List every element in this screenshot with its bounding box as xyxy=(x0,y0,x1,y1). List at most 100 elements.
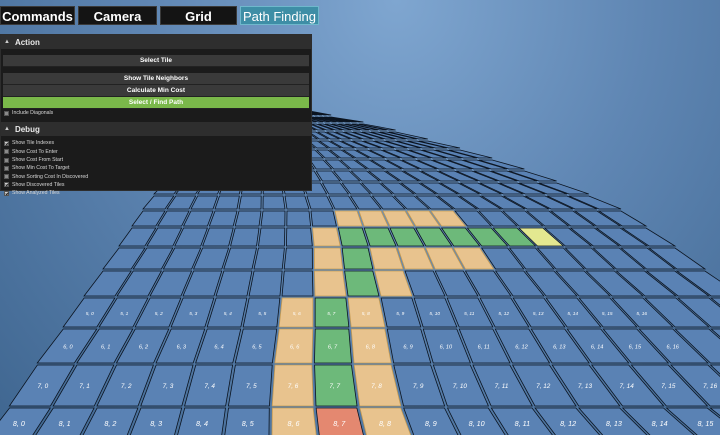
tile-index-label: 6, 3 xyxy=(177,345,187,351)
grid-tile[interactable] xyxy=(313,247,344,270)
tile-index-label: 7, 14 xyxy=(620,383,635,390)
grid-tile[interactable] xyxy=(260,210,286,227)
grid-tile[interactable] xyxy=(312,227,341,247)
tile-index-label: 8, 9 xyxy=(425,419,437,428)
grid-tile[interactable] xyxy=(284,195,310,210)
grid-tile[interactable] xyxy=(314,270,347,297)
tile-index-label: 5, 11 xyxy=(464,311,475,317)
grid-tile[interactable] xyxy=(341,247,374,270)
tile-index-label: 7, 5 xyxy=(246,383,257,390)
calculate-min-cost-button[interactable]: Calculate Min Cost xyxy=(3,85,309,97)
tile-index-label: 5, 9 xyxy=(396,311,404,317)
tab-commands[interactable]: Commands xyxy=(0,6,75,25)
show-tile-neighbors-button[interactable]: Show Tile Neighbors xyxy=(3,73,309,85)
grid-tile[interactable] xyxy=(283,247,313,270)
collapse-triangle-icon[interactable]: ▲ xyxy=(4,126,10,132)
tile-index-label: 6, 7 xyxy=(328,345,338,351)
show-tile-indexes-checkbox[interactable] xyxy=(4,140,9,146)
tile-index-label: 7, 9 xyxy=(413,383,424,390)
grid-tile[interactable] xyxy=(337,227,369,247)
tab-camera[interactable]: Camera xyxy=(78,6,157,25)
tile-index-label: 6, 2 xyxy=(139,345,149,351)
tile-index-label: 7, 12 xyxy=(536,383,551,390)
show-analyzed-tiles-checkbox[interactable] xyxy=(4,190,9,196)
tile-index-label: 5, 0 xyxy=(86,311,94,317)
grid-tile[interactable] xyxy=(248,270,283,297)
debug-option-label: Show Tile Indexes xyxy=(12,140,55,147)
grid-tile[interactable] xyxy=(334,210,363,227)
grid-tile[interactable] xyxy=(281,270,314,297)
tile-index-label: 5, 13 xyxy=(533,311,544,317)
tile-index-label: 8, 2 xyxy=(104,419,116,428)
tile-index-label: 5, 4 xyxy=(224,311,232,317)
show-sorting-cost-checkbox[interactable] xyxy=(4,174,9,180)
grid-tile[interactable] xyxy=(369,247,404,270)
tile-index-label: 5, 2 xyxy=(155,311,163,317)
tile-index-label: 6, 11 xyxy=(478,345,490,351)
tile-index-label: 8, 4 xyxy=(196,419,208,428)
tile-index-label: 5, 3 xyxy=(189,311,197,317)
action-section-title: Action xyxy=(14,37,40,47)
grid-tile[interactable] xyxy=(202,227,234,247)
grid-tile[interactable] xyxy=(208,210,238,227)
grid-tile[interactable] xyxy=(258,227,286,247)
grid-tile[interactable] xyxy=(344,270,380,297)
path-finding-panel: ▲ Action Select Tile Show Tile Neighbors… xyxy=(0,34,312,196)
tile-index-label: 6, 9 xyxy=(403,345,412,351)
debug-option-label: Show Cost To Enter xyxy=(12,148,58,155)
grid-tile[interactable] xyxy=(285,227,313,247)
tile-index-label: 8, 13 xyxy=(606,419,622,428)
collapse-triangle-icon[interactable]: ▲ xyxy=(4,39,10,45)
grid-tile[interactable] xyxy=(215,270,253,297)
tile-index-label: 7, 13 xyxy=(578,383,593,390)
grid-tile[interactable] xyxy=(262,195,286,210)
debug-option: Show Min Cost To Target xyxy=(1,164,311,172)
show-min-cost-to-target-checkbox[interactable] xyxy=(4,165,9,171)
grid-tile[interactable] xyxy=(238,195,262,210)
show-cost-to-enter-checkbox[interactable] xyxy=(4,149,9,155)
grid-tile[interactable] xyxy=(306,195,334,210)
tile-index-label: 5, 14 xyxy=(567,311,578,317)
tile-index-label: 8, 11 xyxy=(515,419,530,428)
tile-index-label: 6, 14 xyxy=(591,345,603,351)
top-tab-bar: Commands Camera Grid Path Finding xyxy=(0,6,319,25)
grid-tile[interactable] xyxy=(223,247,257,270)
tile-index-label: 8, 1 xyxy=(59,419,71,428)
tile-index-label: 8, 12 xyxy=(560,419,576,428)
debug-option: Show Tile Indexes xyxy=(1,139,311,147)
grid-tile[interactable] xyxy=(253,247,285,270)
grid-tile[interactable] xyxy=(286,210,312,227)
grid-tile[interactable] xyxy=(214,195,240,210)
tab-path-finding[interactable]: Path Finding xyxy=(240,6,319,25)
select-find-path-button[interactable]: Select / Find Path xyxy=(3,97,309,109)
debug-section-header[interactable]: ▲ Debug xyxy=(1,122,311,137)
debug-option-label: Show Discovered Tiles xyxy=(12,181,65,188)
tile-index-label: 7, 2 xyxy=(121,383,132,390)
grid-tile[interactable] xyxy=(234,210,262,227)
include-diagonals-label: Include Diagonals xyxy=(12,110,54,117)
tile-index-label: 8, 15 xyxy=(697,419,714,428)
tile-index-label: 6, 0 xyxy=(63,345,73,351)
tile-index-label: 8, 10 xyxy=(469,419,485,428)
tile-index-label: 7, 6 xyxy=(288,383,299,390)
tile-index-label: 5, 8 xyxy=(362,311,370,317)
debug-option: Show Cost To Enter xyxy=(1,148,311,156)
grid-tile[interactable] xyxy=(230,227,260,247)
tab-grid[interactable]: Grid xyxy=(160,6,237,25)
select-tile-button[interactable]: Select Tile xyxy=(3,55,309,67)
debug-option-label: Show Min Cost To Target xyxy=(12,165,70,172)
tile-index-label: 7, 8 xyxy=(371,383,382,390)
action-section-header[interactable]: ▲ Action xyxy=(1,35,311,49)
include-diagonals-checkbox[interactable] xyxy=(4,110,9,116)
show-discovered-tiles-checkbox[interactable] xyxy=(4,182,9,188)
tile-index-label: 6, 1 xyxy=(101,345,110,351)
debug-option: Show Discovered Tiles xyxy=(1,181,311,189)
debug-option-label: Show Analyzed Tiles xyxy=(12,190,60,197)
tile-index-label: 6, 12 xyxy=(515,345,528,351)
debug-option-label: Show Cost From Start xyxy=(12,157,64,164)
tile-index-label: 8, 8 xyxy=(379,419,391,428)
debug-option: Show Analyzed Tiles xyxy=(1,189,311,197)
show-cost-from-start-checkbox[interactable] xyxy=(4,157,9,163)
tile-index-label: 5, 12 xyxy=(498,311,509,317)
grid-tile[interactable] xyxy=(310,210,337,227)
